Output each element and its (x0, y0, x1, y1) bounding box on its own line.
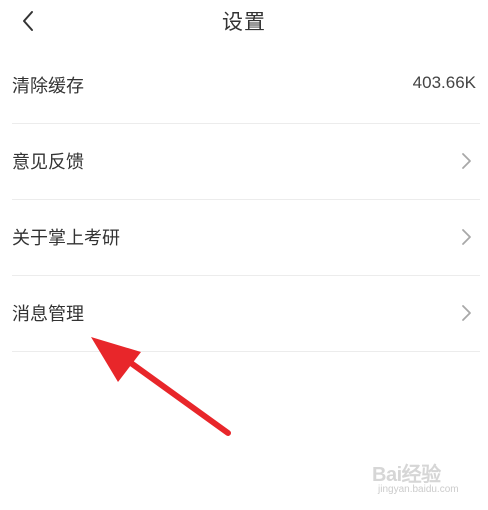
settings-item-label: 意见反馈 (12, 152, 84, 173)
settings-list: 清除缓存 403.66K 意见反馈 关于掌上考研 消息管理 (12, 48, 480, 352)
watermark-brand: Bai经验 (372, 464, 441, 486)
chevron-right-icon (462, 153, 471, 169)
page-title: 设置 (222, 10, 266, 34)
cache-size-value: 403.66K (412, 73, 476, 92)
settings-item-label: 清除缓存 (12, 76, 84, 97)
settings-item-label: 关于掌上考研 (12, 228, 120, 249)
settings-item-clear-cache[interactable]: 清除缓存 403.66K (12, 48, 480, 124)
watermark: Bai经验 jingyan.baidu.com (372, 456, 478, 502)
chevron-right-icon (462, 229, 471, 245)
settings-item-about[interactable]: 关于掌上考研 (12, 200, 480, 276)
settings-item-message-management[interactable]: 消息管理 (12, 276, 480, 352)
watermark-url: jingyan.baidu.com (378, 484, 459, 495)
settings-item-label: 消息管理 (12, 304, 84, 325)
settings-item-feedback[interactable]: 意见反馈 (12, 124, 480, 200)
chevron-right-icon (462, 305, 471, 321)
nav-header: 设置 (0, 0, 488, 46)
